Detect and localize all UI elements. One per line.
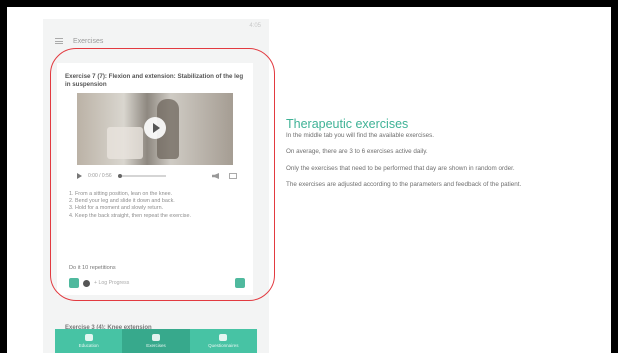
- section-heading: Therapeutic exercises: [286, 117, 409, 131]
- paragraph: On average, there are 3 to 6 exercises a…: [286, 148, 428, 156]
- hamburger-menu-icon[interactable]: [55, 38, 63, 44]
- description-panel: Therapeutic exercises In the middle tab …: [286, 116, 586, 190]
- exercise-icon: [151, 334, 160, 341]
- nav-label: Questionnaires: [208, 343, 239, 348]
- app-bar-title: Exercises: [73, 37, 104, 45]
- list-icon: [219, 334, 228, 341]
- nav-label: Education: [78, 343, 99, 348]
- bottom-navigation: Education Exercises Questionnaires: [55, 329, 257, 353]
- nav-label: Exercises: [146, 343, 166, 348]
- book-icon: [84, 334, 93, 341]
- nav-tab-questionnaires[interactable]: Questionnaires: [190, 329, 257, 353]
- paragraph: The exercises are adjusted according to …: [286, 181, 522, 189]
- paragraph: In the middle tab you will find the avai…: [286, 132, 435, 139]
- slide: 4:05 Exercises Exercise 7 (7): Flexion a…: [7, 7, 611, 353]
- paragraph: Only the exercises that need to be perfo…: [286, 164, 515, 172]
- nav-tab-education[interactable]: Education: [55, 329, 122, 353]
- highlight-ellipse: [50, 48, 275, 301]
- nav-tab-exercises[interactable]: Exercises: [122, 329, 190, 353]
